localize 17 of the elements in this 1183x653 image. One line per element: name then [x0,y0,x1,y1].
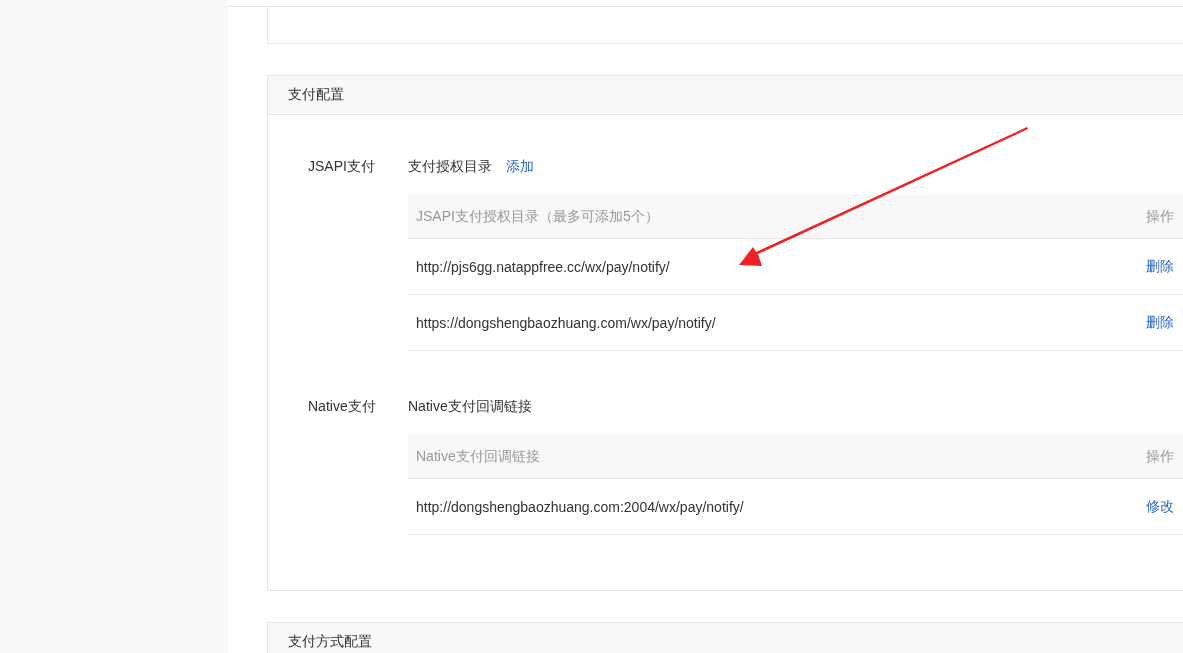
card-title: 支付配置 [288,86,344,104]
group-label: Native支付 [308,397,377,416]
column-header: Native支付回调链接 [416,447,540,466]
url-cell: http://dongshengbaozhuang.com:2004/wx/pay/notify/ [416,498,744,515]
add-link[interactable]: 添加 [506,155,534,177]
column-header: JSAPI支付授权目录（最多可添加5个） [416,207,659,226]
group-heading: Native支付回调链接 [408,397,532,416]
url-cell: https://dongshengbaozhuang.com/wx/pay/notify/ [416,314,716,331]
group-heading: 支付授权目录 [408,157,492,176]
column-header: 操作 [1146,207,1174,226]
card-title: 支付方式配置 [288,633,372,651]
action-link[interactable]: 删除 [1146,257,1174,276]
url-cell: http://pjs6gg.natappfree.cc/wx/pay/notify/ [416,258,670,275]
action-link[interactable]: 删除 [1146,313,1174,332]
group-label: JSAPI支付 [308,157,376,176]
action-link[interactable]: 修改 [1146,497,1174,516]
column-header: 操作 [1146,447,1174,466]
